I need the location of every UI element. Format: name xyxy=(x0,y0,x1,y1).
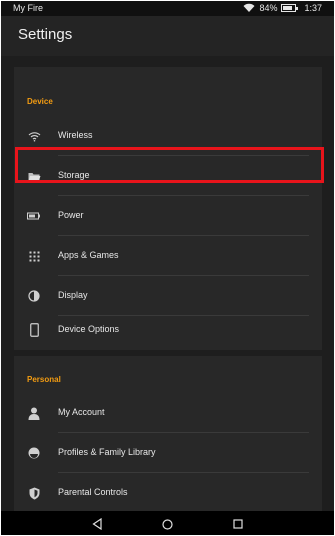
settings-item-label: Parental Controls xyxy=(58,487,128,497)
settings-item-apps-games[interactable]: Apps & Games xyxy=(14,236,322,276)
settings-item-label: Device Options xyxy=(58,324,120,334)
settings-item-label: Power xyxy=(58,210,84,220)
personal-section: Personal My Account Profiles & Family Li… xyxy=(14,356,322,511)
page-title: Settings xyxy=(18,26,73,43)
settings-item-label: Display xyxy=(58,290,88,300)
battery-percent: 84% xyxy=(259,3,278,13)
home-icon[interactable] xyxy=(160,517,174,531)
carrier-label: My Fire xyxy=(13,3,43,13)
status-indicators: 84% 1:37 xyxy=(243,3,322,13)
apps-grid-icon xyxy=(27,249,41,263)
wifi-signal-icon xyxy=(243,3,255,12)
status-bar: My Fire 84% 1:37 xyxy=(1,1,334,16)
tablet-icon xyxy=(27,323,41,337)
back-icon[interactable] xyxy=(90,517,104,531)
app-header: Settings xyxy=(1,16,334,56)
shield-icon xyxy=(27,486,41,500)
navigation-bar xyxy=(1,511,334,535)
settings-item-label: My Account xyxy=(58,407,105,417)
settings-item-profiles-family-library[interactable]: Profiles & Family Library xyxy=(14,433,322,473)
clock: 1:37 xyxy=(304,3,322,13)
section-header-personal: Personal xyxy=(27,375,61,384)
storage-highlight-box xyxy=(15,147,324,183)
contrast-icon xyxy=(27,289,41,303)
profiles-icon xyxy=(27,446,41,460)
settings-item-parental-controls[interactable]: Parental Controls xyxy=(14,473,322,511)
battery-icon xyxy=(27,209,41,223)
device-section: Device Wireless Storage Power Apps & Gam… xyxy=(14,67,322,350)
settings-list[interactable]: Device Wireless Storage Power Apps & Gam… xyxy=(1,56,334,511)
settings-item-my-account[interactable]: My Account xyxy=(14,393,322,433)
battery-status-icon xyxy=(281,4,299,12)
recents-icon[interactable] xyxy=(231,517,245,531)
wifi-icon xyxy=(27,129,41,143)
settings-item-label: Profiles & Family Library xyxy=(58,447,156,457)
section-header-device: Device xyxy=(27,97,53,106)
settings-item-device-options[interactable]: Device Options xyxy=(14,310,322,350)
settings-item-power[interactable]: Power xyxy=(14,196,322,236)
person-icon xyxy=(27,406,41,420)
device-screen: My Fire 84% 1:37 Settings Device Wireles… xyxy=(1,1,334,535)
settings-item-label: Wireless xyxy=(58,130,93,140)
settings-item-label: Apps & Games xyxy=(58,250,119,260)
